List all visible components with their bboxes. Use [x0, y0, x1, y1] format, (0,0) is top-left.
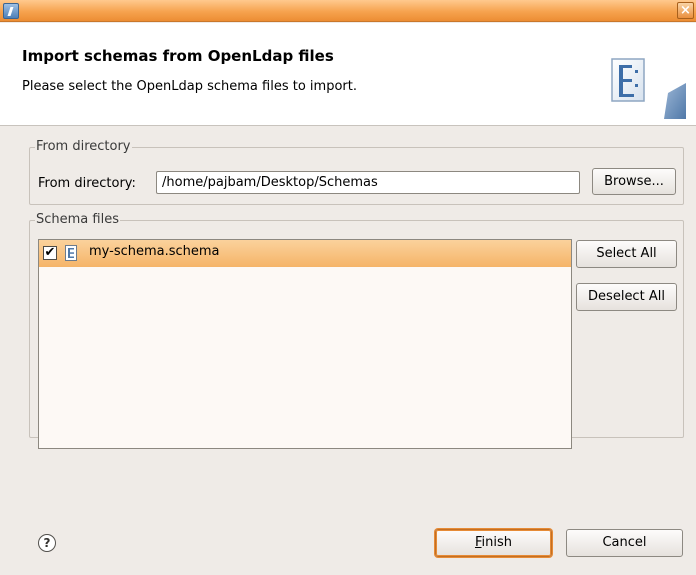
- close-button[interactable]: ×: [677, 2, 694, 19]
- schema-files-group-label: Schema files: [35, 212, 120, 228]
- schema-file-name: my-schema.schema: [89, 244, 220, 259]
- from-directory-label: From directory:: [38, 176, 136, 191]
- eclipse-app-icon: [3, 3, 19, 19]
- schema-file-icon: [65, 245, 77, 261]
- schema-import-wizard-graphic: [611, 58, 686, 119]
- cancel-button[interactable]: Cancel: [566, 529, 683, 557]
- directory-path-input[interactable]: [156, 171, 580, 194]
- from-directory-group: From directory From directory: Browse...: [29, 139, 684, 205]
- finish-label: inish: [481, 535, 513, 550]
- schema-file-checkbox[interactable]: ✔: [43, 246, 57, 260]
- help-icon[interactable]: ?: [38, 534, 56, 552]
- schema-files-group: Schema files ✔ my-schema.schema Select A…: [29, 212, 684, 449]
- page-description: Please select the OpenLdap schema files …: [22, 79, 357, 94]
- browse-button[interactable]: Browse...: [592, 168, 676, 195]
- from-directory-group-label: From directory: [35, 139, 132, 155]
- finish-button[interactable]: Finish: [435, 529, 552, 557]
- list-item[interactable]: ✔ my-schema.schema: [39, 240, 571, 267]
- wizard-header: Import schemas from OpenLdap files Pleas…: [0, 23, 696, 126]
- page-title: Import schemas from OpenLdap files: [22, 47, 334, 65]
- deselect-all-button[interactable]: Deselect All: [576, 283, 677, 311]
- title-bar: ×: [0, 0, 696, 22]
- select-all-button[interactable]: Select All: [576, 240, 677, 268]
- schema-file-list[interactable]: ✔ my-schema.schema: [38, 239, 572, 449]
